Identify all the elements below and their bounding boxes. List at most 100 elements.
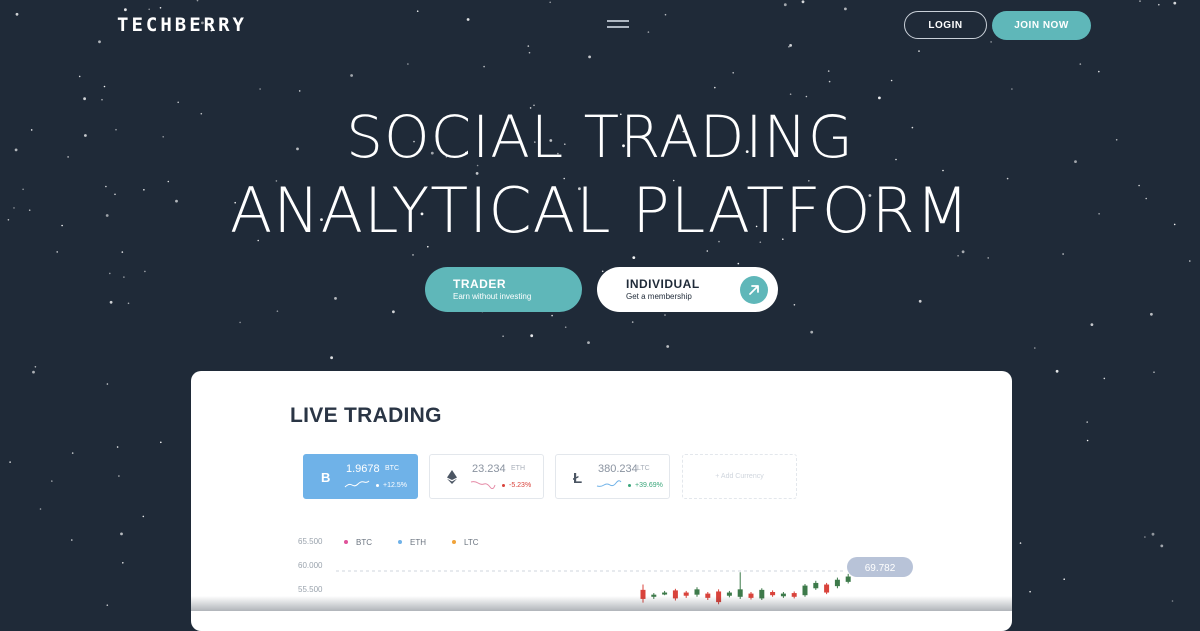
legend-label: ETH — [410, 538, 426, 547]
star — [1086, 439, 1089, 442]
star — [34, 366, 37, 368]
star — [412, 254, 414, 256]
star — [9, 461, 11, 463]
star — [106, 383, 109, 385]
legend-dot — [398, 540, 402, 544]
star — [793, 304, 796, 306]
currency-tile-btc[interactable]: B 1.9678 BTC +12.5% — [303, 454, 418, 499]
star — [783, 3, 787, 7]
star — [1079, 63, 1082, 65]
arrow-up-right-icon — [740, 276, 768, 304]
star — [1144, 536, 1146, 538]
ltc-amount: 380.234 — [598, 463, 638, 475]
star — [142, 515, 145, 518]
candle-body — [834, 579, 840, 587]
eth-symbol: ETH — [511, 465, 525, 472]
star — [120, 532, 123, 536]
star — [990, 41, 992, 43]
star — [1151, 532, 1155, 536]
candle-body — [802, 585, 808, 596]
btc-change: +12.5% — [376, 482, 407, 489]
trader-button[interactable]: TRADER Earn without investing — [425, 267, 582, 312]
star — [78, 75, 81, 78]
individual-button[interactable]: INDIVIDUAL Get a membership — [597, 267, 778, 312]
star — [1086, 421, 1088, 423]
star — [810, 330, 814, 334]
star — [805, 95, 808, 98]
star — [116, 446, 119, 448]
star — [350, 74, 353, 77]
star — [828, 80, 831, 83]
legend-label: BTC — [356, 538, 372, 547]
legend-label: LTC — [464, 538, 479, 547]
legend-dot — [452, 540, 456, 544]
star — [666, 345, 670, 348]
star — [878, 96, 881, 100]
ethereum-icon — [447, 470, 457, 484]
techberry-logo[interactable]: TECHBERRY — [117, 14, 247, 36]
star — [1098, 70, 1100, 73]
star — [51, 480, 53, 482]
star — [1019, 542, 1022, 544]
currency-tile-eth[interactable]: 23.234 ETH -5.23% — [429, 454, 544, 499]
y-tick-label: 65.500 — [298, 537, 323, 546]
star — [1103, 377, 1106, 380]
hero-line-2: ANALYTICAL PLATFORM — [229, 174, 971, 247]
star — [148, 8, 150, 11]
svg-text:B: B — [321, 470, 330, 485]
star — [551, 314, 553, 317]
star — [15, 12, 19, 16]
star — [103, 85, 106, 88]
star — [196, 0, 199, 2]
star — [159, 7, 162, 9]
eth-amount: 23.234 — [472, 463, 506, 475]
star — [483, 65, 485, 68]
star — [587, 341, 590, 344]
hero-line-1: SOCIAL TRADING — [346, 103, 854, 171]
star — [957, 255, 959, 257]
star — [239, 321, 241, 324]
join-now-button[interactable]: JOIN NOW — [992, 11, 1091, 40]
star — [647, 31, 650, 33]
star — [844, 7, 847, 11]
star — [564, 326, 567, 329]
litecoin-icon: Ł — [573, 470, 582, 485]
star — [259, 88, 261, 90]
star — [1029, 590, 1031, 593]
candle-body — [845, 576, 851, 582]
star — [527, 45, 530, 47]
price-chart: 65.500 60.000 55.500 BTC ETH LTC 69.782 — [298, 537, 913, 605]
login-button[interactable]: LOGIN — [904, 11, 987, 39]
star — [1090, 323, 1094, 326]
star — [416, 10, 419, 12]
star — [502, 335, 504, 338]
star — [987, 257, 989, 259]
star — [392, 310, 395, 314]
currency-tile-ltc[interactable]: Ł 380.234 LTC +39.69% — [555, 454, 670, 499]
star — [98, 40, 101, 44]
candle-body — [824, 584, 830, 593]
star — [918, 50, 920, 52]
star — [1055, 369, 1059, 373]
star — [601, 270, 604, 273]
trader-title: TRADER — [453, 277, 506, 291]
star — [39, 508, 42, 510]
add-currency-button[interactable]: + Add Currency — [682, 454, 797, 499]
star — [109, 272, 111, 275]
live-trading-card: LIVE TRADING B 1.9678 BTC +12.5% 23.234 … — [191, 371, 1012, 631]
star — [177, 101, 179, 104]
star — [71, 452, 74, 454]
star — [122, 562, 124, 564]
legend-dot — [344, 540, 348, 544]
hamburger-icon[interactable] — [607, 20, 629, 30]
candle-body — [694, 589, 700, 595]
star — [918, 299, 922, 303]
star — [1189, 260, 1191, 262]
candle-body — [813, 582, 819, 589]
star — [632, 256, 636, 259]
eth-change: -5.23% — [502, 482, 531, 489]
star — [1153, 371, 1155, 374]
candle-body — [662, 592, 668, 595]
star — [1063, 578, 1065, 580]
star — [1160, 544, 1164, 548]
